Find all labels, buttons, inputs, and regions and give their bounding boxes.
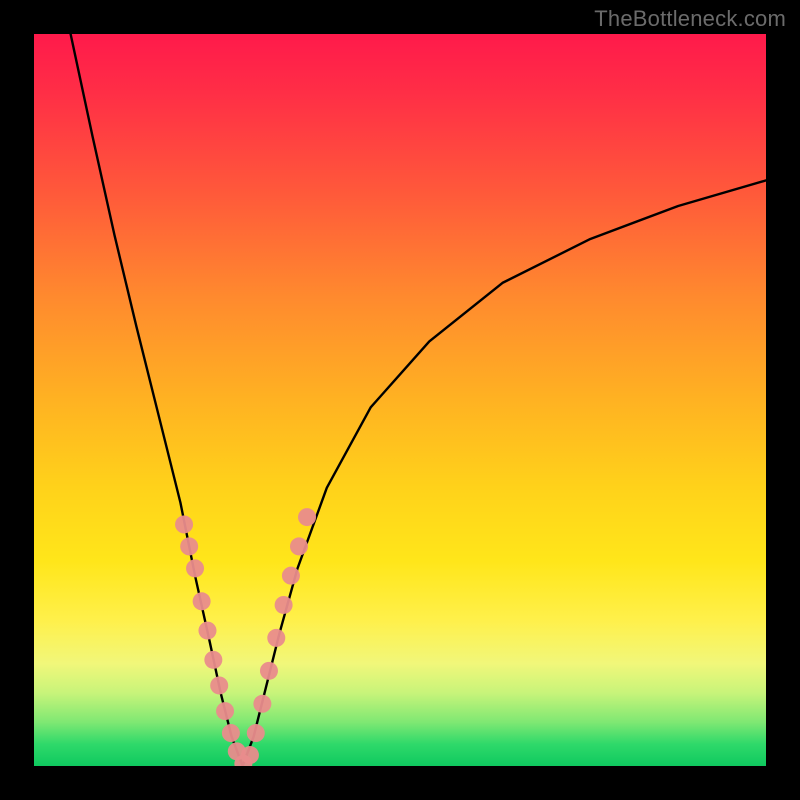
data-marker: [247, 724, 265, 742]
data-marker: [180, 537, 198, 555]
chart-frame: TheBottleneck.com: [0, 0, 800, 800]
data-marker: [216, 702, 234, 720]
data-marker: [204, 651, 222, 669]
curve-path: [71, 34, 243, 766]
plot-area: [34, 34, 766, 766]
data-marker: [222, 724, 240, 742]
data-marker: [193, 592, 211, 610]
data-marker: [186, 559, 204, 577]
data-marker: [175, 515, 193, 533]
data-marker: [275, 596, 293, 614]
data-marker: [267, 629, 285, 647]
data-marker: [253, 695, 271, 713]
chart-svg: [34, 34, 766, 766]
watermark-text: TheBottleneck.com: [594, 6, 786, 32]
data-marker: [234, 755, 252, 766]
data-marker: [198, 622, 216, 640]
curve-path: [243, 180, 766, 766]
data-marker: [298, 508, 316, 526]
data-marker: [228, 742, 246, 760]
data-marker: [282, 567, 300, 585]
data-marker: [210, 676, 228, 694]
data-marker: [260, 662, 278, 680]
data-marker: [290, 537, 308, 555]
data-marker: [241, 746, 259, 764]
